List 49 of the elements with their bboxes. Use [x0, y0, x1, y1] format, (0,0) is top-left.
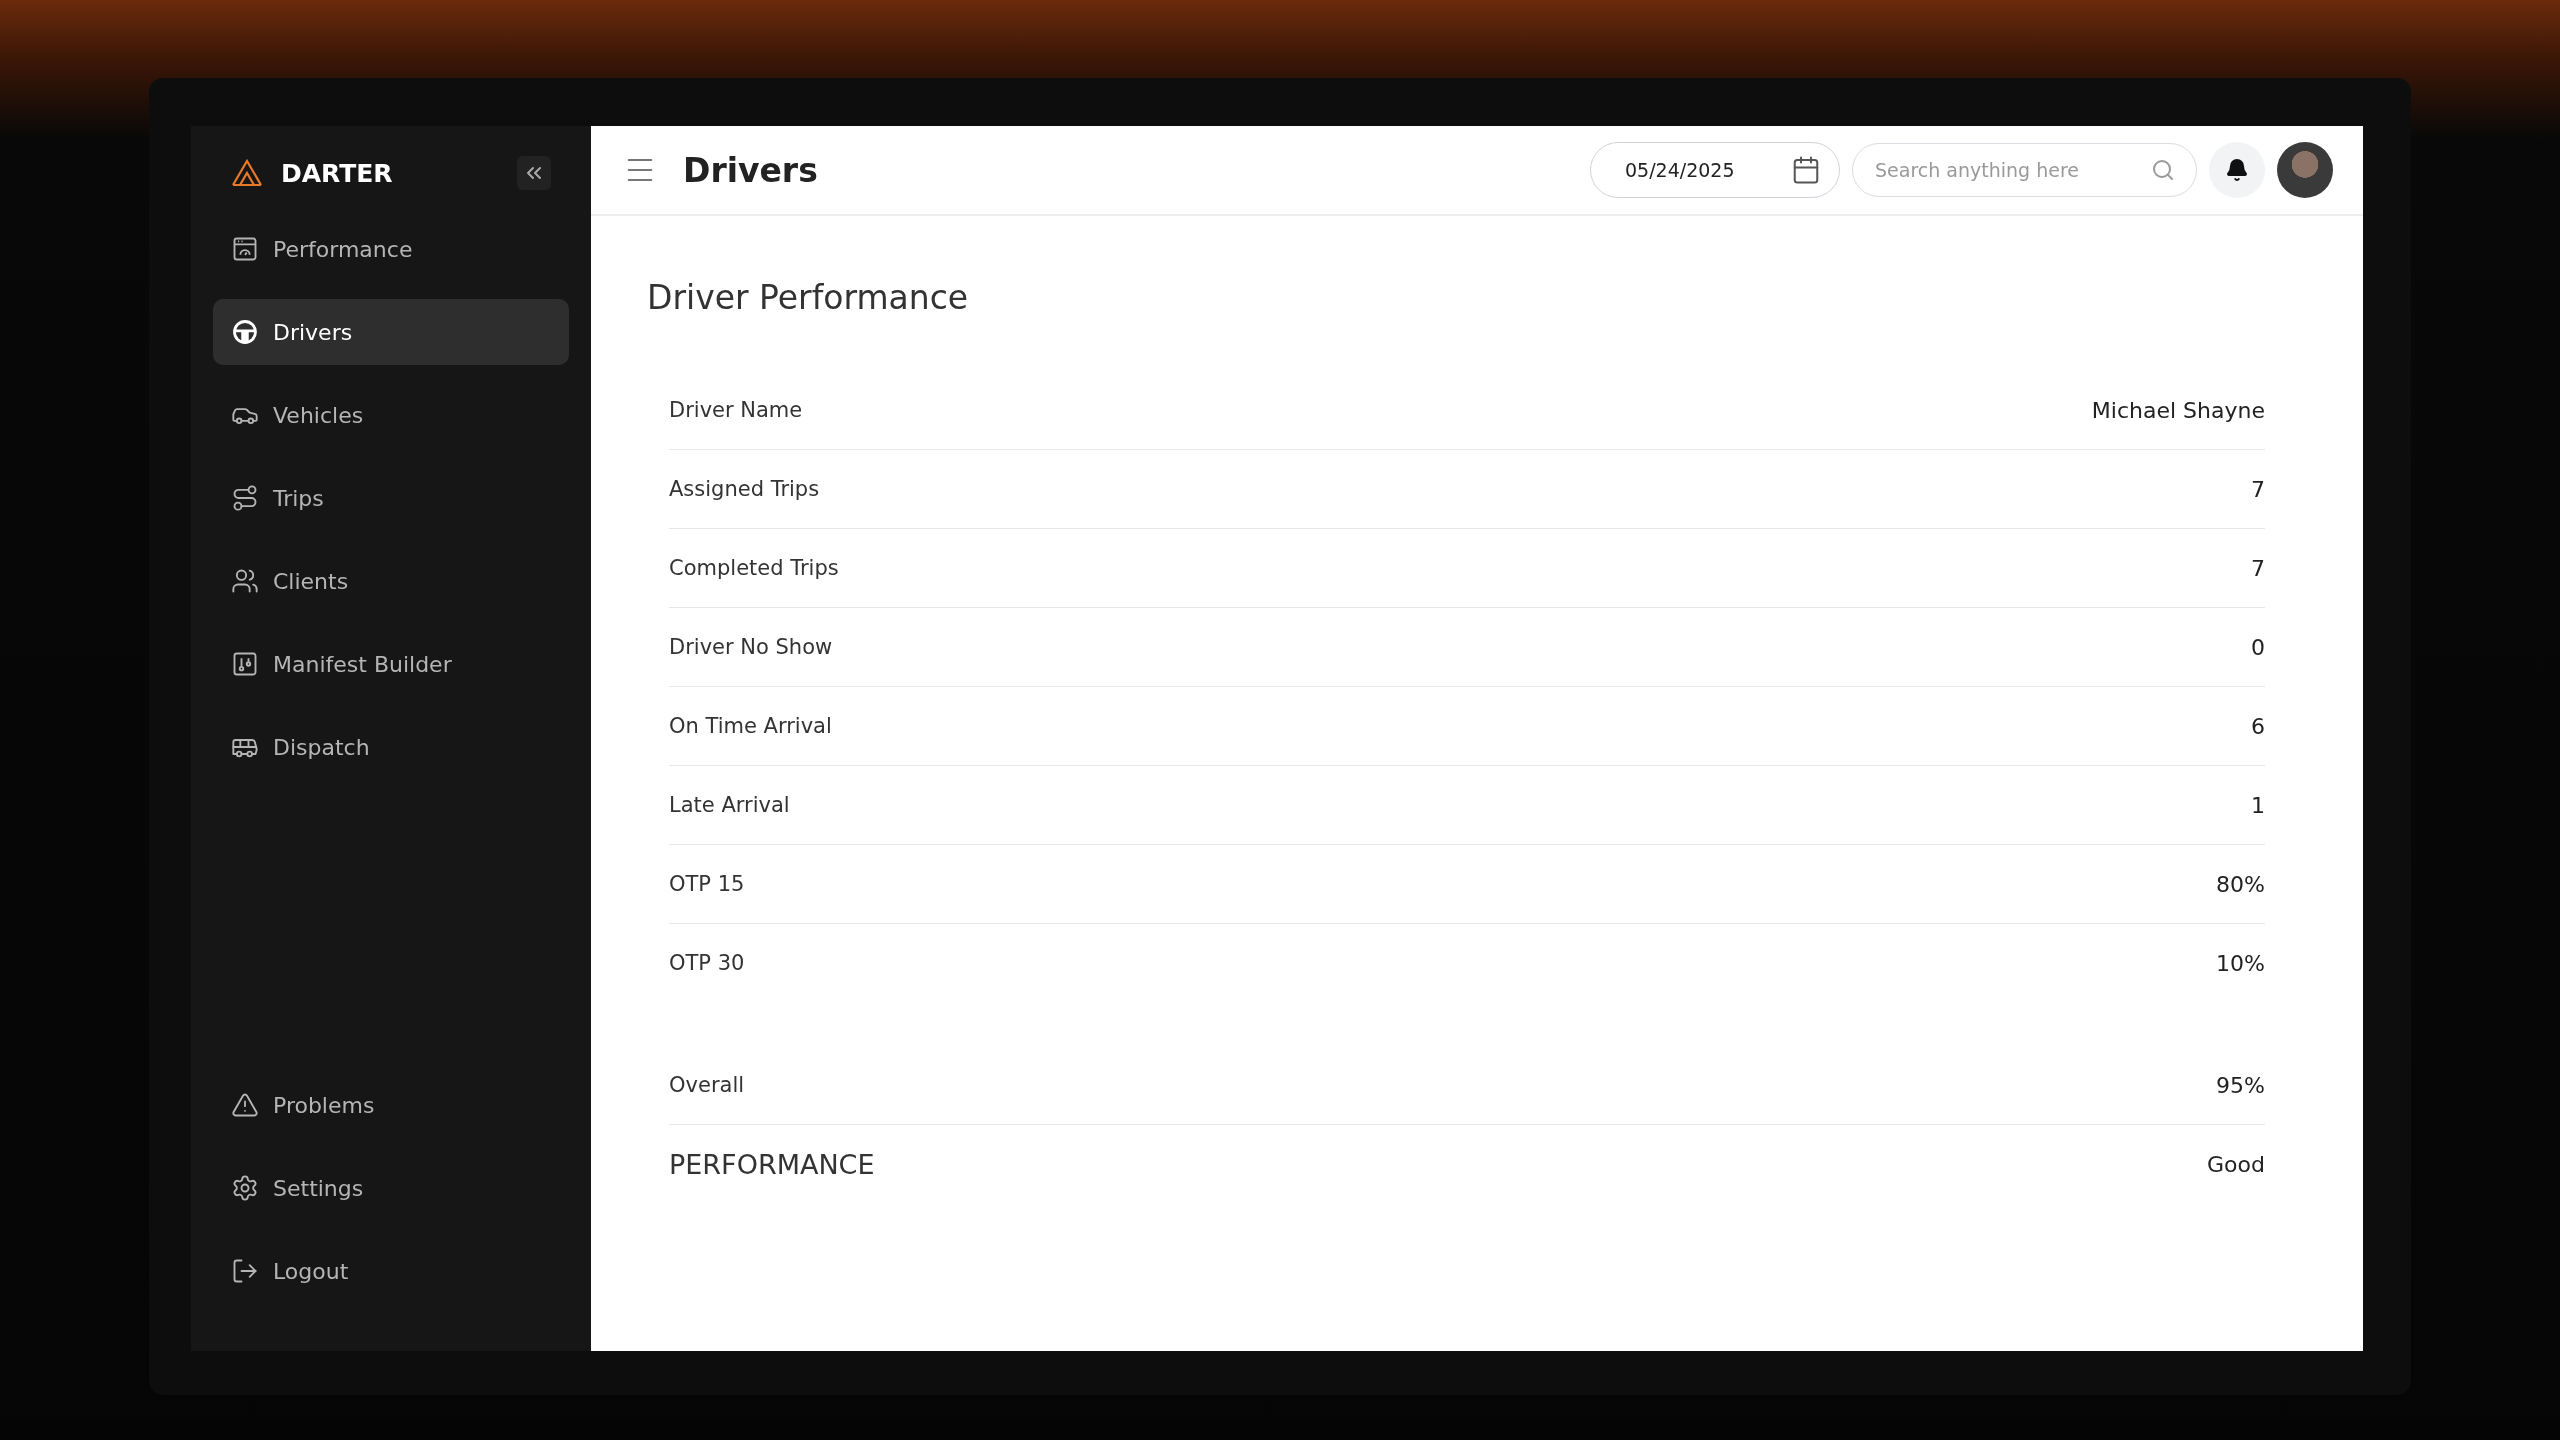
nav-item[interactable]: Drivers — [213, 299, 569, 365]
metric-value: Good — [2207, 1151, 2265, 1177]
bell-icon — [2225, 158, 2249, 182]
metric-label: Driver Name — [669, 398, 803, 422]
metric-value: 7 — [2251, 555, 2265, 581]
metric-value: 7 — [2251, 476, 2265, 502]
nav-item[interactable]: Trips — [213, 465, 569, 531]
nav-item[interactable]: Dispatch — [213, 714, 569, 780]
metric-label: OTP 30 — [669, 951, 745, 975]
steering-wheel-icon — [231, 318, 259, 346]
page-title: Drivers — [683, 150, 819, 190]
metric-label: Late Arrival — [669, 793, 790, 817]
warning-icon — [231, 1091, 259, 1119]
avatar[interactable] — [2277, 142, 2333, 198]
metric-value: 0 — [2251, 634, 2265, 660]
sliders-icon — [231, 650, 259, 678]
collapse-button[interactable] — [517, 156, 551, 190]
logout-icon — [231, 1257, 259, 1285]
nav-item[interactable]: Settings — [213, 1155, 569, 1221]
nav-item[interactable]: Problems — [213, 1072, 569, 1138]
section-title: Driver Performance — [647, 278, 970, 317]
metric-label: Driver No Show — [669, 635, 833, 659]
metric-value: 6 — [2251, 713, 2265, 739]
users-icon — [231, 567, 259, 595]
nav-item[interactable]: Manifest Builder — [213, 631, 569, 697]
calendar-icon[interactable] — [1791, 155, 1821, 185]
notifications-button[interactable] — [2209, 142, 2265, 198]
metric-value: 95% — [2216, 1072, 2265, 1098]
metric-label: On Time Arrival — [669, 714, 832, 738]
brand-name: DARTER — [281, 158, 394, 188]
metric-value: 80% — [2216, 871, 2265, 897]
metric-value: 10% — [2216, 950, 2265, 976]
metric-value: 1 — [2251, 792, 2265, 818]
gauge-icon — [231, 235, 259, 263]
logo-icon — [231, 159, 263, 187]
metric-label: Assigned Trips — [669, 477, 820, 501]
metric-label: PERFORMANCE — [669, 1148, 875, 1180]
metric-label: Overall — [669, 1073, 745, 1097]
settings-icon — [231, 1174, 259, 1202]
nav-item[interactable]: Performance — [213, 216, 569, 282]
search-icon[interactable] — [2151, 158, 2175, 182]
nav-item[interactable]: Logout — [213, 1238, 569, 1304]
nav-item[interactable]: Vehicles — [213, 382, 569, 448]
metric-label: OTP 15 — [669, 872, 745, 896]
metric-label: Completed Trips — [669, 556, 839, 580]
nav-item[interactable]: Clients — [213, 548, 569, 614]
search-field[interactable]: Search anything here — [1852, 143, 2197, 197]
route-icon — [231, 484, 259, 512]
metric-value: Michael Shayne — [2091, 397, 2265, 423]
